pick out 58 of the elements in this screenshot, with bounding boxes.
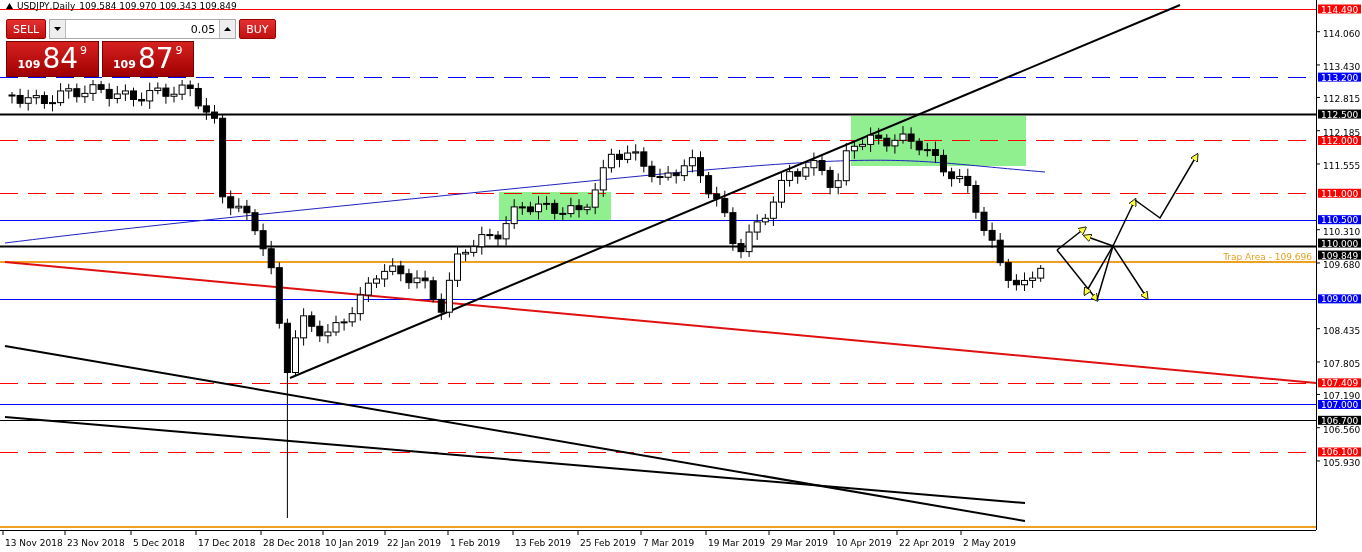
price-pips: 87 xyxy=(137,44,174,74)
caret-down-icon xyxy=(54,27,62,31)
price-level-tag: 110.000 xyxy=(1318,238,1361,249)
price-tick-label: 114.060 xyxy=(1323,28,1361,39)
price-tick-label: 107.805 xyxy=(1323,358,1361,369)
price-tick-label: 108.435 xyxy=(1323,325,1361,336)
date-label: 10 Jan 2019 xyxy=(325,538,379,548)
price-level-tag: 112.000 xyxy=(1318,135,1361,146)
price-tick-label: 113.430 xyxy=(1323,61,1361,72)
price-level-tag: 106.100 xyxy=(1318,447,1361,458)
decrease-button[interactable] xyxy=(50,20,67,38)
date-label: 29 Mar 2019 xyxy=(771,538,829,548)
price-level-tag: 107.000 xyxy=(1318,399,1361,410)
price-level-tag: 106.700 xyxy=(1318,415,1361,426)
price-tick-label: 111.555 xyxy=(1323,160,1361,171)
price-level-tag: 110.500 xyxy=(1318,215,1361,226)
price-level-tag: 109.849 xyxy=(1318,250,1361,261)
date-label: 17 Dec 2018 xyxy=(198,538,256,548)
price-level-tag: 111.000 xyxy=(1318,188,1361,199)
price-tick-label: 105.930 xyxy=(1323,457,1361,468)
price-tick-label: 112.185 xyxy=(1323,127,1361,138)
symbol-title: USDJPY,Daily xyxy=(17,1,76,11)
date-label: 22 Jan 2019 xyxy=(387,538,441,548)
price-tick-label: 107.190 xyxy=(1323,391,1361,402)
caret-up-icon xyxy=(224,27,232,31)
price-level-tag: 112.500 xyxy=(1318,109,1361,120)
price-level-tag: 109.000 xyxy=(1318,294,1361,305)
price-level-tag: 107.409 xyxy=(1318,378,1361,389)
date-label: 2 May 2019 xyxy=(963,538,1016,548)
date-label: 28 Dec 2018 xyxy=(263,538,321,548)
price-level-tag: 113.200 xyxy=(1318,72,1361,83)
date-label: 1 Feb 2019 xyxy=(450,538,501,548)
ohlc-values: 109.584 109.970 109.343 109.849 xyxy=(79,1,237,11)
price-tick-label: 112.815 xyxy=(1323,94,1361,105)
triangle-icon[interactable] xyxy=(6,3,13,9)
increase-button[interactable] xyxy=(219,20,236,38)
price-pips: 84 xyxy=(42,44,79,74)
date-label: 13 Nov 2018 xyxy=(5,538,63,548)
date-label: 19 Mar 2019 xyxy=(708,538,766,548)
price-fraction: 9 xyxy=(80,44,88,57)
price-tick-label: 106.560 xyxy=(1323,424,1361,435)
date-label: 7 Mar 2019 xyxy=(643,538,695,548)
sell-button[interactable]: SELL xyxy=(6,19,47,39)
price-prefix: 109 xyxy=(112,58,136,71)
price-prefix: 109 xyxy=(17,58,41,71)
price-tick-label: 109.680 xyxy=(1323,259,1361,270)
date-label: 13 Feb 2019 xyxy=(515,538,571,548)
date-label: 25 Feb 2019 xyxy=(580,538,636,548)
price-level-tag: 114.490 xyxy=(1318,4,1361,15)
date-label: 22 Apr 2019 xyxy=(899,538,955,548)
trap-area-label: Trap Area - 109.696 xyxy=(1223,252,1312,263)
lot-size-spinner[interactable]: 0.05 xyxy=(49,19,237,39)
price-fraction: 9 xyxy=(175,44,183,57)
price-tick-label: 110.310 xyxy=(1323,226,1361,237)
date-label: 5 Dec 2018 xyxy=(133,538,185,548)
date-label: 23 Nov 2018 xyxy=(67,538,125,548)
date-label: 10 Apr 2019 xyxy=(836,538,892,548)
buy-button[interactable]: BUY xyxy=(239,19,276,39)
